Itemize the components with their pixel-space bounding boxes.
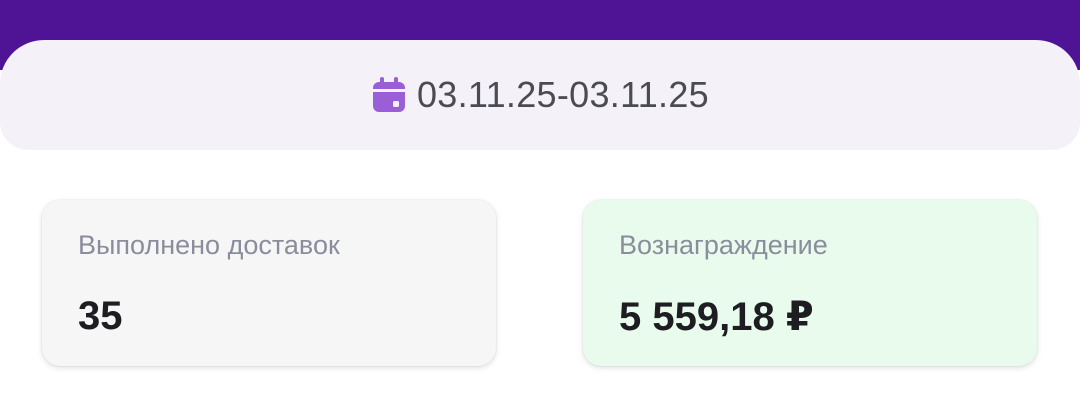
calendar-icon: [371, 77, 407, 113]
reward-card: Вознаграждение 5 559,18 ₽: [583, 200, 1037, 366]
date-range-selector[interactable]: 03.11.25-03.11.25: [0, 40, 1080, 150]
deliveries-label: Выполнено доставок: [78, 230, 340, 260]
deliveries-count: 35: [78, 294, 123, 338]
reward-label: Вознаграждение: [619, 230, 828, 260]
reward-amount: 5 559,18 ₽: [619, 295, 814, 339]
date-range-text: 03.11.25-03.11.25: [416, 74, 709, 115]
deliveries-card: Выполнено доставок 35: [42, 200, 496, 366]
